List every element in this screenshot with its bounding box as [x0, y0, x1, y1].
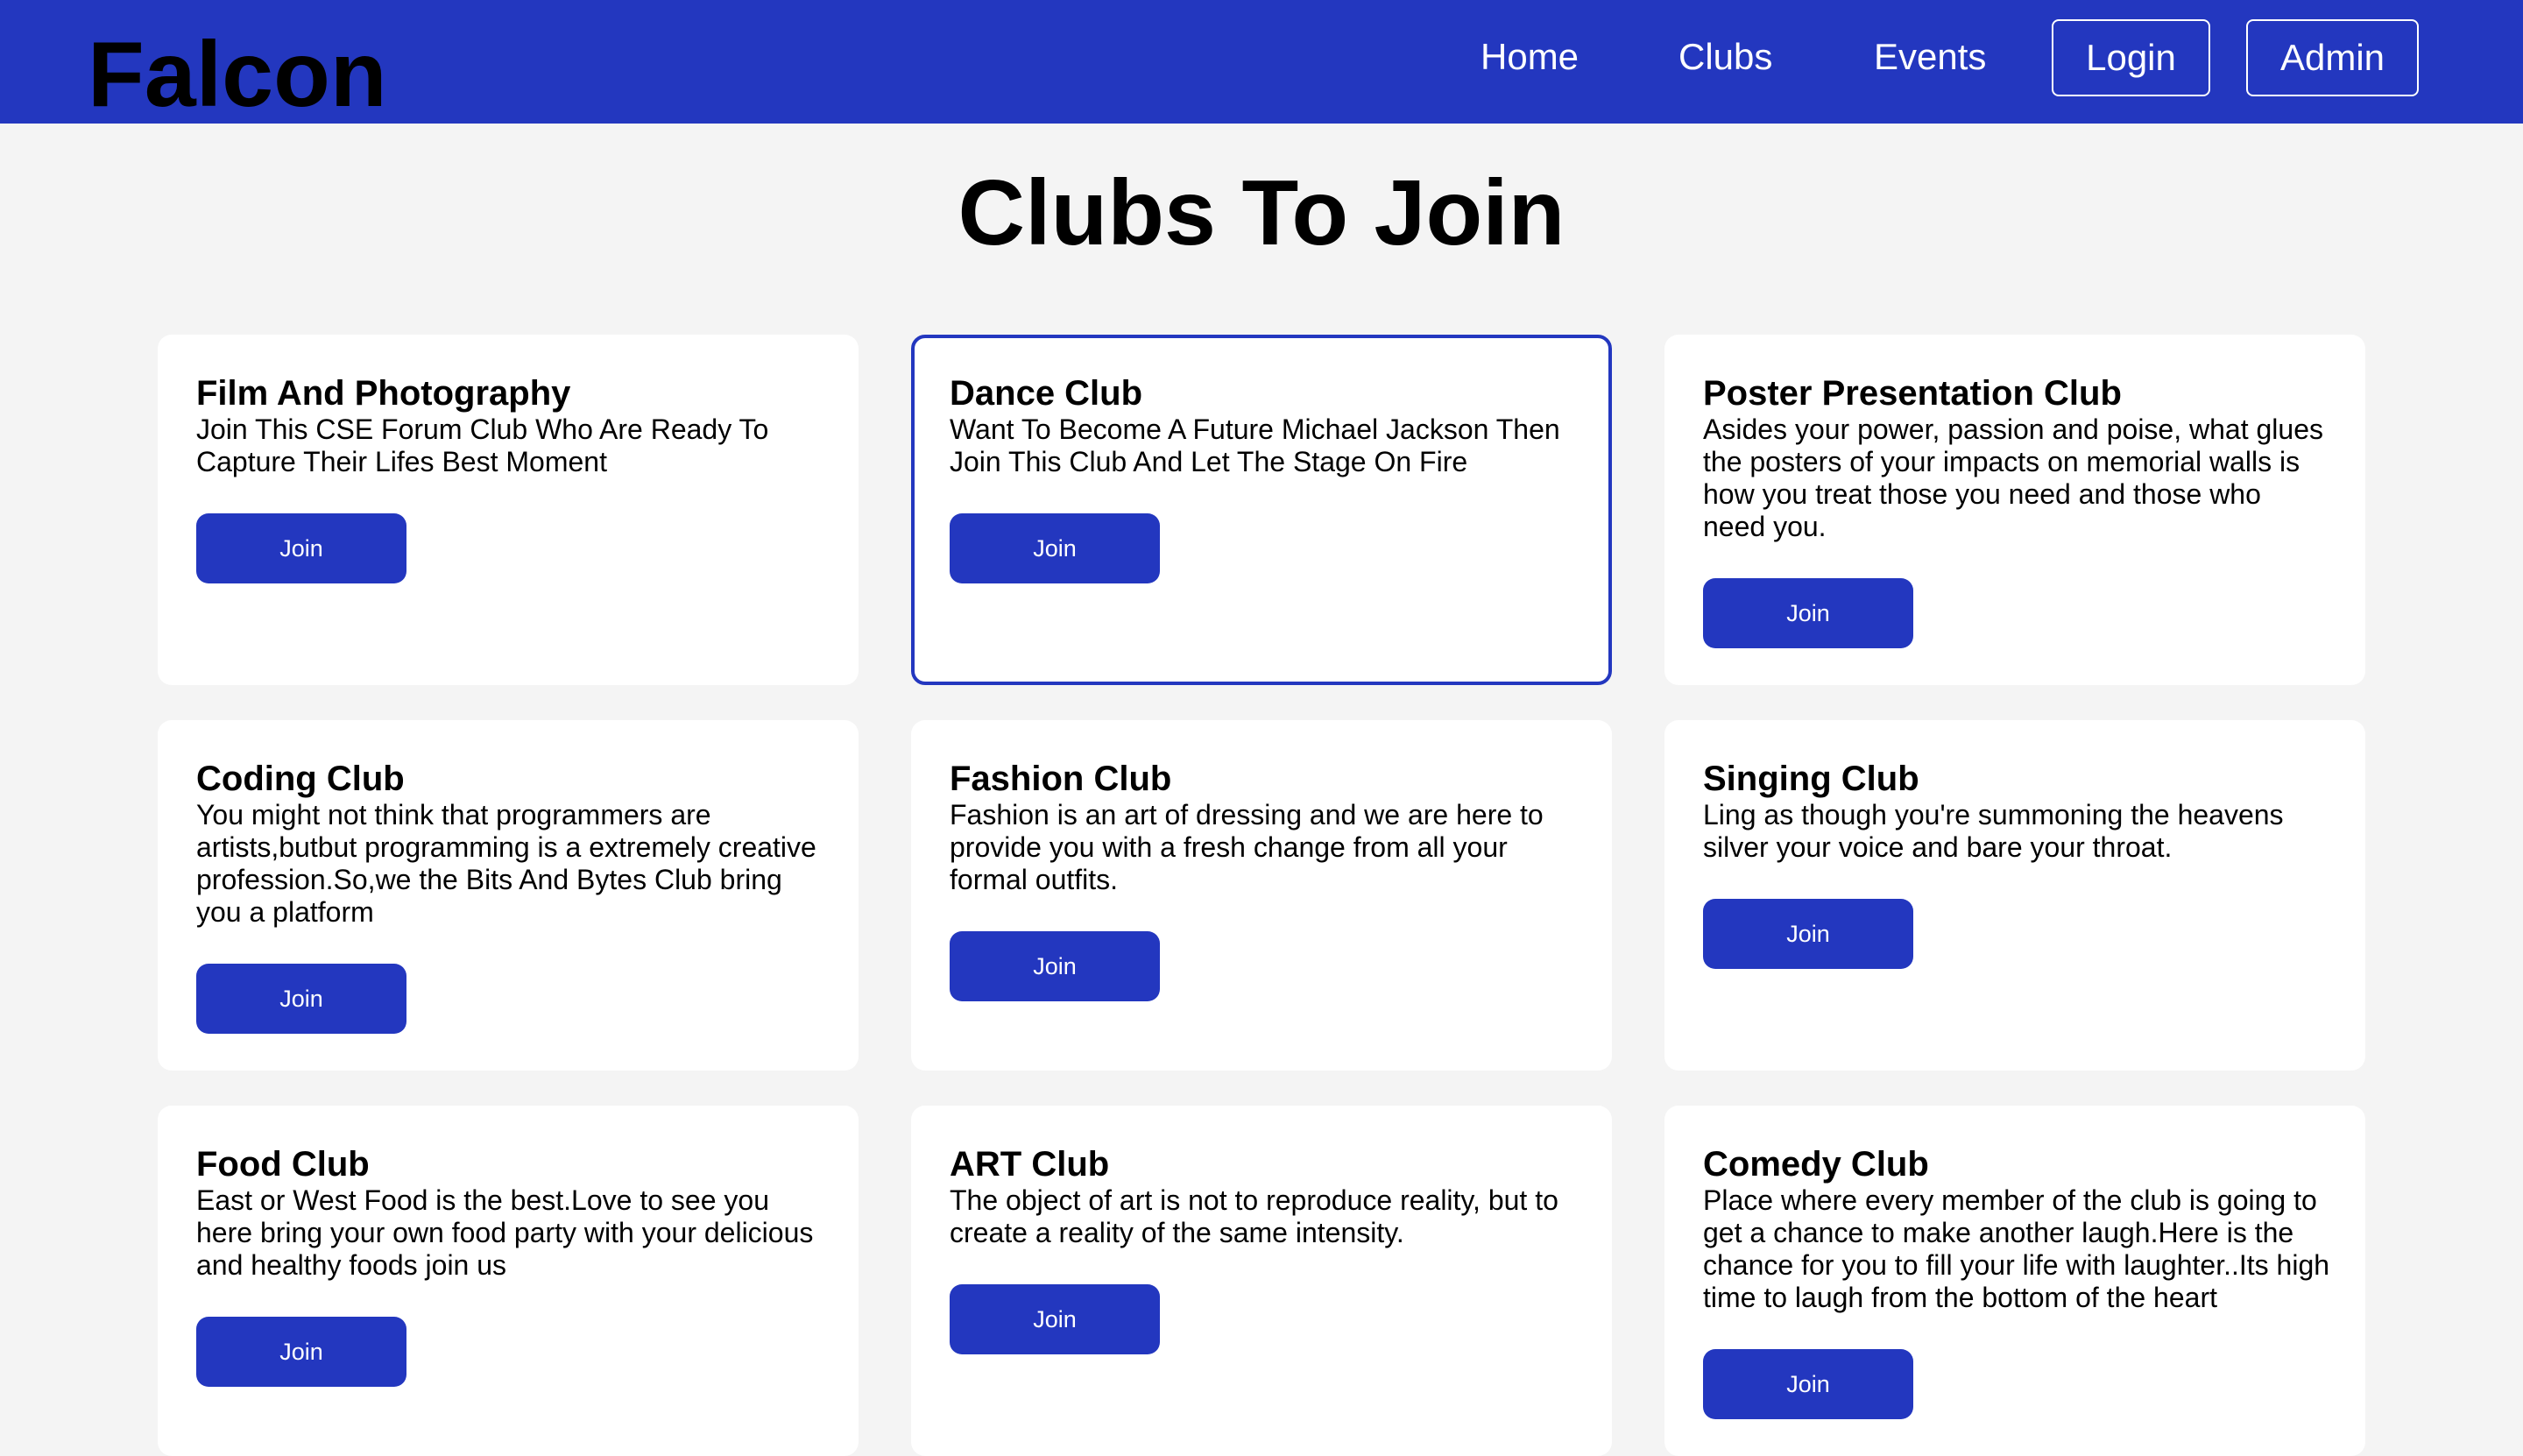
club-card-title: Poster Presentation Club [1703, 374, 2122, 413]
club-card-art: ART Club The object of art is not to rep… [911, 1106, 1612, 1456]
club-card-description: Asides your power, passion and poise, wh… [1703, 413, 2323, 542]
admin-button[interactable]: Admin [2246, 19, 2419, 96]
club-card-title: Fashion Club [950, 760, 1172, 798]
club-card-description: The object of art is not to reproduce re… [950, 1184, 1558, 1248]
page-title: Clubs To Join [958, 161, 1565, 265]
club-card-food: Food Club East or West Food is the best.… [158, 1106, 859, 1456]
club-card-title: Singing Club [1703, 760, 1919, 798]
club-card-comedy: Comedy Club Place where every member of … [1664, 1106, 2365, 1456]
club-card-title: Dance Club [950, 374, 1143, 413]
club-card-description: East or West Food is the best.Love to se… [196, 1184, 814, 1281]
club-card-description: Join This CSE Forum Club Who Are Ready T… [196, 413, 769, 477]
club-card-title: Coding Club [196, 760, 405, 798]
club-card-singing: Singing Club Ling as though you're summo… [1664, 720, 2365, 1071]
club-card-poster-presentation: Poster Presentation Club Asides your pow… [1664, 335, 2365, 685]
club-card-title: Comedy Club [1703, 1145, 1929, 1184]
join-button[interactable]: Join [1703, 899, 1913, 969]
club-card-title: Film And Photography [196, 374, 571, 413]
brand-logo[interactable]: Falcon [88, 26, 387, 123]
club-card-description: Ling as though you're summoning the heav… [1703, 799, 2284, 863]
club-card-description: Place where every member of the club is … [1703, 1184, 2330, 1313]
nav-link-home[interactable]: Home [1481, 35, 1579, 79]
join-button[interactable]: Join [196, 1317, 406, 1387]
join-button[interactable]: Join [1703, 578, 1913, 648]
join-button[interactable]: Join [196, 964, 406, 1034]
club-card-title: ART Club [950, 1145, 1110, 1184]
club-card-description: Fashion is an art of dressing and we are… [950, 799, 1544, 895]
club-card-film-and-photography: Film And Photography Join This CSE Forum… [158, 335, 859, 685]
club-card-title: Food Club [196, 1145, 370, 1184]
join-button[interactable]: Join [196, 513, 406, 583]
join-button[interactable]: Join [950, 931, 1160, 1001]
nav-link-events[interactable]: Events [1874, 35, 1986, 79]
club-card-description: Want To Become A Future Michael Jackson … [950, 413, 1560, 477]
club-card-coding: Coding Club You might not think that pro… [158, 720, 859, 1071]
club-card-dance: Dance Club Want To Become A Future Micha… [911, 335, 1612, 685]
join-button[interactable]: Join [1703, 1349, 1913, 1419]
login-button[interactable]: Login [2052, 19, 2210, 96]
join-button[interactable]: Join [950, 1284, 1160, 1354]
club-card-description: You might not think that programmers are… [196, 799, 816, 928]
join-button[interactable]: Join [950, 513, 1160, 583]
nav-link-clubs[interactable]: Clubs [1678, 35, 1772, 79]
club-card-fashion: Fashion Club Fashion is an art of dressi… [911, 720, 1612, 1071]
navbar: Falcon Home Clubs Events Login Admin [0, 0, 2523, 124]
